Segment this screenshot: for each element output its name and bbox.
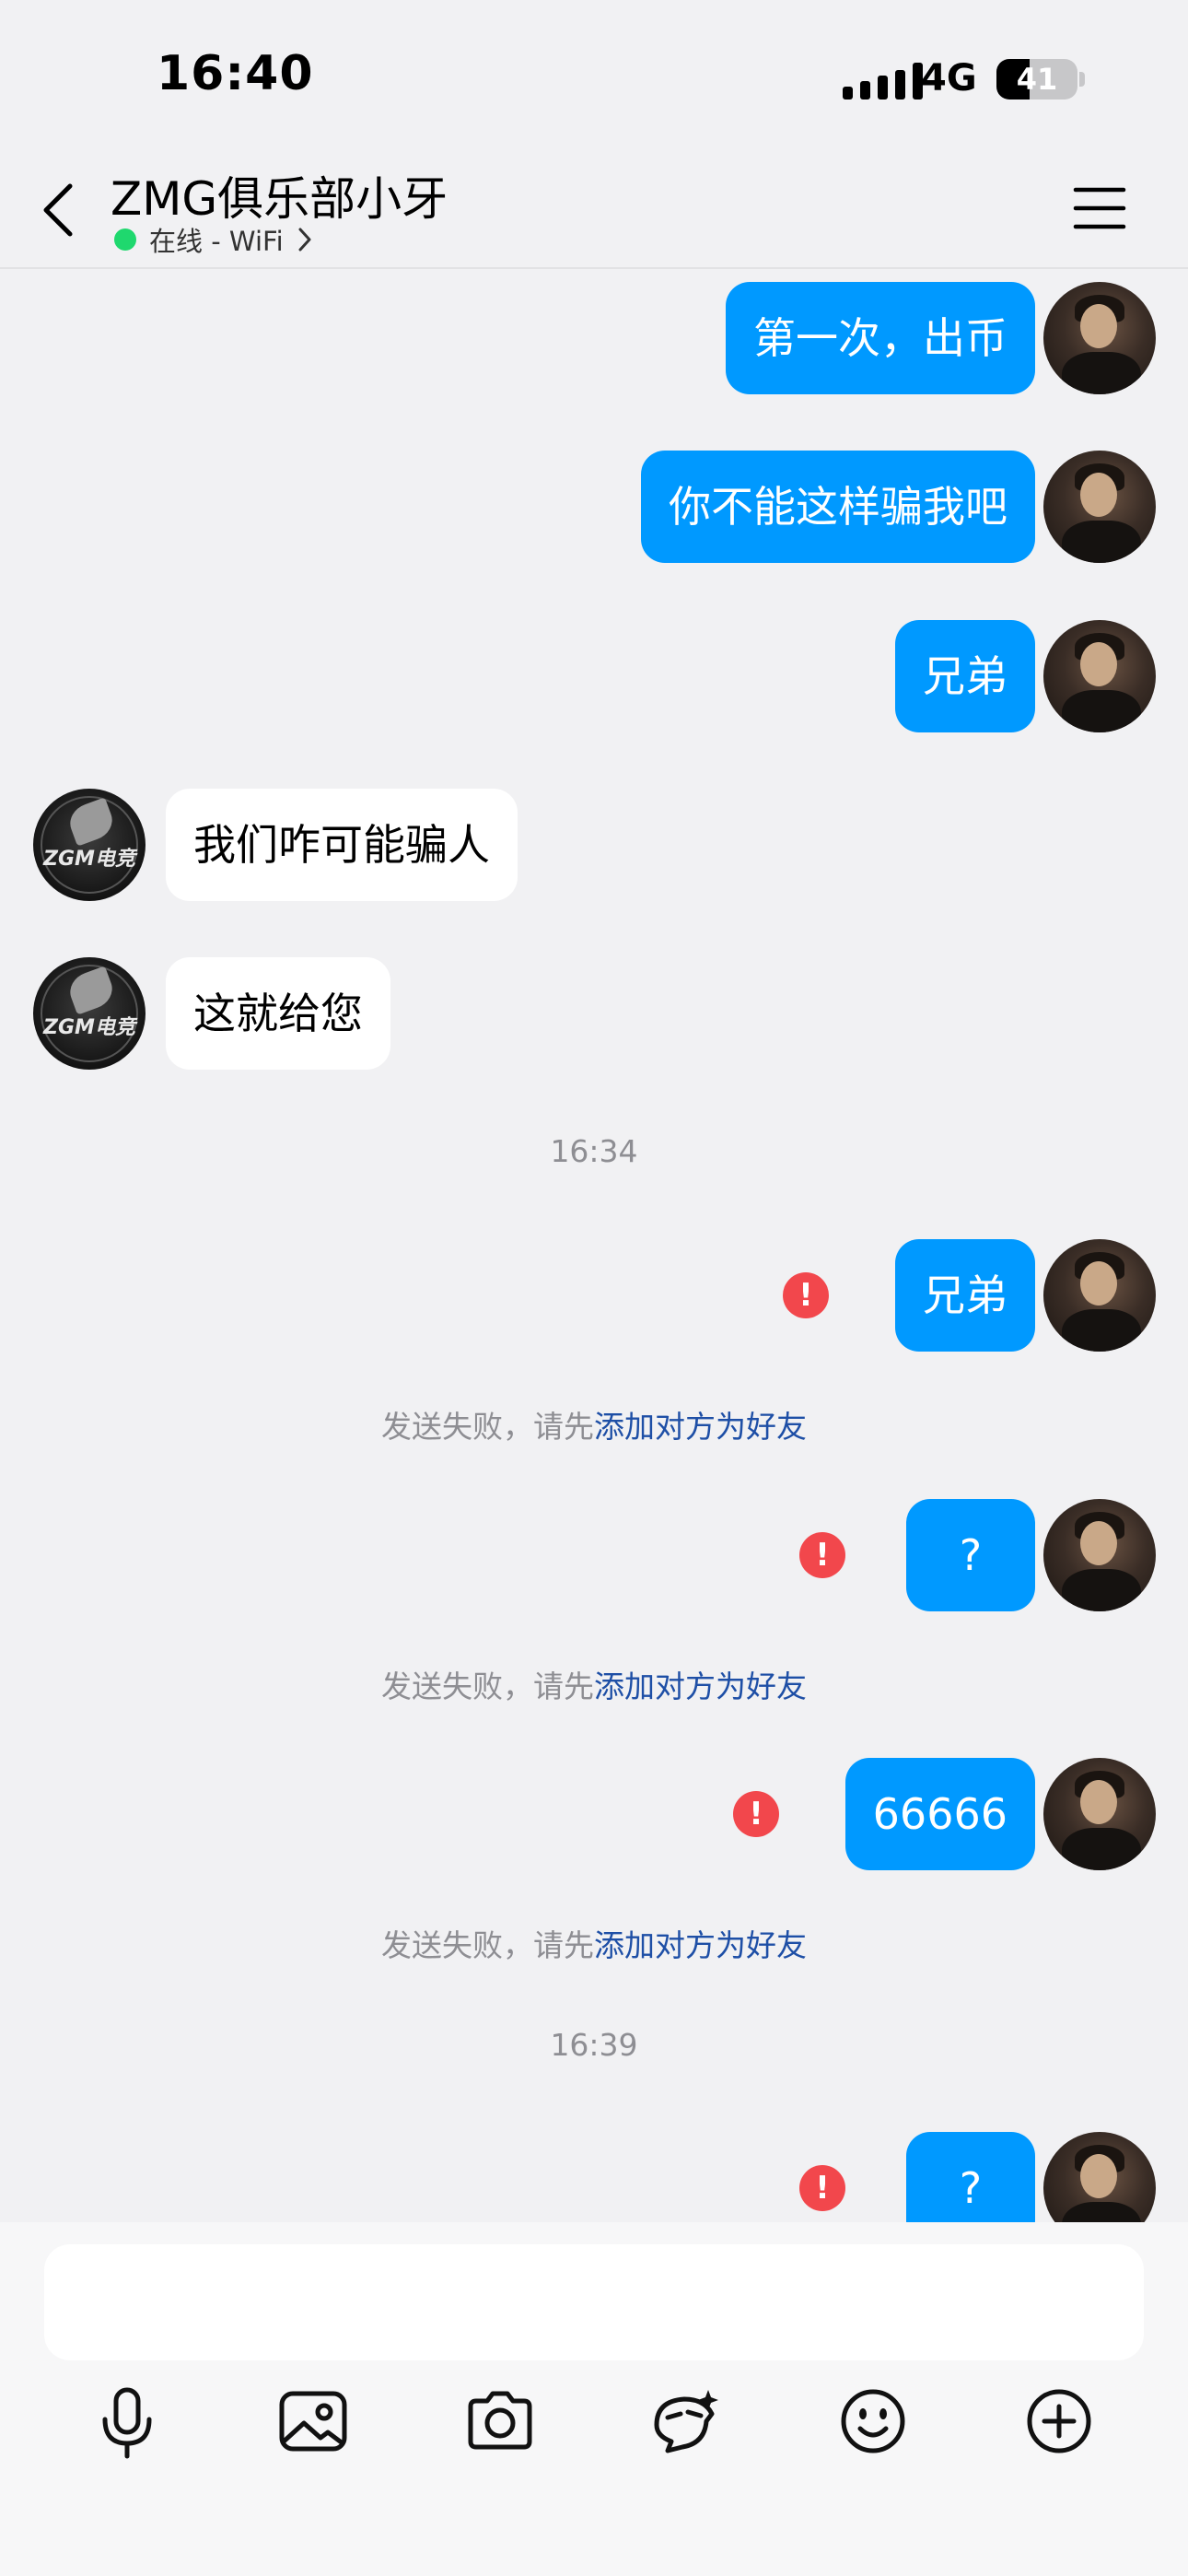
send-failed-note: 发送失败，请先添加对方为好友	[0, 1662, 1188, 1706]
chevron-left-icon[interactable]	[37, 173, 83, 247]
my-avatar[interactable]	[1043, 1758, 1156, 1870]
my-avatar[interactable]	[1043, 2132, 1156, 2222]
composer	[0, 2222, 1188, 2576]
add-friend-link[interactable]: 添加对方为好友	[594, 1409, 807, 1445]
add-friend-link[interactable]: 添加对方为好友	[594, 1927, 807, 1963]
message-row-outgoing: ! ?	[0, 1499, 1188, 1611]
image-icon[interactable]	[267, 2375, 359, 2467]
microphone-icon[interactable]	[81, 2375, 173, 2467]
contact-avatar[interactable]: ZGM电竞	[33, 789, 146, 901]
plus-icon[interactable]	[1013, 2375, 1105, 2467]
my-avatar[interactable]	[1043, 1499, 1156, 1611]
status-bar: 16:40 4G 41	[0, 0, 1188, 157]
avatar-logo-text: ZGM电竞	[43, 1016, 135, 1039]
my-avatar[interactable]	[1043, 282, 1156, 394]
signal-icon	[843, 63, 923, 100]
send-failed-note: 发送失败，请先添加对方为好友	[0, 1402, 1188, 1446]
send-failed-icon[interactable]: !	[733, 1791, 779, 1837]
send-failed-text: 发送失败，请先	[381, 1669, 594, 1704]
chat-title[interactable]: ZMG俱乐部小牙	[111, 162, 448, 228]
send-failed-icon[interactable]: !	[799, 1532, 845, 1578]
message-timestamp: 16:39	[550, 2027, 638, 2063]
message-bubble[interactable]: ?	[906, 2132, 1035, 2222]
message-bubble[interactable]: ?	[906, 1499, 1035, 1611]
message-row-outgoing: 你不能这样骗我吧	[0, 451, 1188, 563]
message-input[interactable]	[44, 2244, 1144, 2360]
contact-avatar[interactable]: ZGM电竞	[33, 957, 146, 1070]
camera-icon[interactable]	[454, 2375, 546, 2467]
message-row-outgoing: 第一次，出币	[0, 282, 1188, 394]
message-bubble[interactable]: 第一次，出币	[726, 282, 1035, 394]
my-avatar[interactable]	[1043, 451, 1156, 563]
message-row-outgoing: ! 兄弟	[0, 1239, 1188, 1352]
message-timestamp: 16:34	[550, 1133, 638, 1169]
message-bubble[interactable]: 兄弟	[895, 1239, 1035, 1352]
sticker-icon[interactable]	[640, 2375, 732, 2467]
message-row-outgoing: ! 66666	[0, 1758, 1188, 1870]
avatar-logo-text: ZGM电竞	[43, 848, 135, 871]
message-list[interactable]: 第一次，出币 你不能这样骗我吧 兄弟 ZGM电竞 我们咋可能骗人 ZGM电竞 这…	[0, 269, 1188, 2222]
battery-percent: 41	[1016, 62, 1058, 97]
message-row-incoming: ZGM电竞 我们咋可能骗人	[0, 789, 1188, 901]
my-avatar[interactable]	[1043, 620, 1156, 732]
send-failed-icon[interactable]: !	[799, 2165, 845, 2211]
message-bubble[interactable]: 我们咋可能骗人	[166, 789, 518, 901]
contact-status-text: 在线 - WiFi	[149, 226, 284, 257]
send-failed-icon[interactable]: !	[783, 1272, 829, 1318]
contact-status[interactable]: 在线 - WiFi	[114, 221, 313, 258]
hamburger-menu-icon[interactable]	[1072, 184, 1127, 232]
add-friend-link[interactable]: 添加对方为好友	[594, 1669, 807, 1704]
emoji-icon[interactable]	[827, 2375, 919, 2467]
message-bubble[interactable]: 这就给您	[166, 957, 390, 1070]
my-avatar[interactable]	[1043, 1239, 1156, 1352]
message-bubble[interactable]: 你不能这样骗我吧	[641, 451, 1035, 563]
chat-header: ZMG俱乐部小牙 在线 - WiFi	[0, 157, 1188, 269]
message-row-outgoing: 兄弟	[0, 620, 1188, 732]
battery-icon: 41	[996, 59, 1077, 100]
battery-cap	[1079, 72, 1085, 87]
send-failed-text: 发送失败，请先	[381, 1409, 594, 1445]
message-bubble[interactable]: 66666	[844, 1758, 1035, 1870]
send-failed-note: 发送失败，请先添加对方为好友	[0, 1921, 1188, 1965]
message-row-incoming: ZGM电竞 这就给您	[0, 957, 1188, 1070]
network-type: 4G	[921, 57, 977, 100]
online-status-dot	[114, 228, 136, 251]
chevron-right-icon	[298, 228, 311, 252]
status-time: 16:40	[157, 46, 314, 101]
message-bubble[interactable]: 兄弟	[895, 620, 1035, 732]
message-row-outgoing: ! ?	[0, 2132, 1188, 2222]
send-failed-text: 发送失败，请先	[381, 1927, 594, 1963]
